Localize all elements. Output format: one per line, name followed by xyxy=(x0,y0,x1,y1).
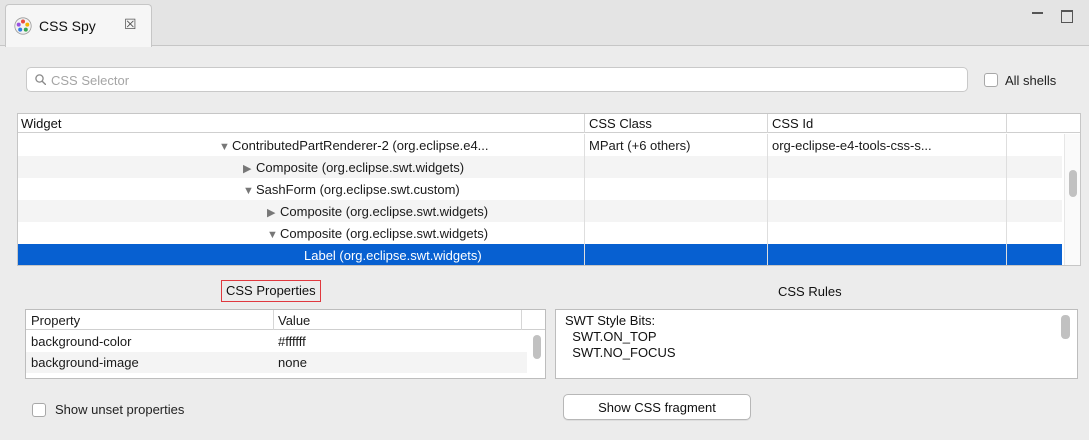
rules-scrollbar[interactable] xyxy=(1058,311,1074,377)
widget-tree-table[interactable]: Widget CSS Class CSS Id ▼ ContributedPart… xyxy=(17,113,1081,266)
css-rules-text: SWT Style Bits: SWT.ON_TOP SWT.NO_FOCUS xyxy=(565,313,676,360)
scrollbar-thumb[interactable] xyxy=(1061,315,1070,339)
column-gridline xyxy=(584,134,585,265)
close-icon[interactable]: ☒ xyxy=(124,15,137,33)
property-row[interactable]: background-image none xyxy=(26,352,527,373)
column-gridline xyxy=(767,134,768,265)
widget-name: SashForm (org.eclipse.swt.custom) xyxy=(256,182,460,197)
column-header-property[interactable]: Property xyxy=(31,313,80,328)
collapse-triangle-icon[interactable]: ▼ xyxy=(219,141,232,153)
widget-name: ContributedPartRenderer-2 (org.eclipse.e… xyxy=(232,138,489,153)
collapse-triangle-icon[interactable]: ▼ xyxy=(267,229,280,241)
css-rules-text-area[interactable]: SWT Style Bits: SWT.ON_TOP SWT.NO_FOCUS xyxy=(555,309,1078,379)
tree-row[interactable]: ▶ Composite (org.eclipse.swt.widgets) xyxy=(18,156,1062,178)
all-shells-checkbox[interactable] xyxy=(984,73,998,87)
widget-name: Composite (org.eclipse.swt.widgets) xyxy=(280,226,489,241)
search-box[interactable] xyxy=(26,67,968,92)
tab-title: CSS Spy xyxy=(39,18,96,34)
property-name: background-image xyxy=(31,355,139,370)
collapse-triangle-icon[interactable]: ▼ xyxy=(243,185,256,197)
column-header-css-id[interactable]: CSS Id xyxy=(772,116,813,131)
widget-name: Label (org.eclipse.swt.widgets) xyxy=(304,248,482,263)
minimize-icon[interactable] xyxy=(1031,8,1045,22)
property-value[interactable]: #ffffff xyxy=(278,334,306,349)
widget-name: Composite (org.eclipse.swt.widgets) xyxy=(256,160,465,175)
property-value[interactable]: none xyxy=(278,355,307,370)
property-name: background-color xyxy=(31,334,132,349)
view-tab-bar: CSS Spy ☒ xyxy=(0,0,1089,47)
css-class-cell: MPart (+6 others) xyxy=(589,138,691,153)
tree-row[interactable]: ▼ SashForm (org.eclipse.swt.custom) xyxy=(18,178,1062,200)
properties-header: Property Value xyxy=(26,310,545,330)
column-divider[interactable] xyxy=(273,310,274,330)
column-header-widget[interactable]: Widget xyxy=(21,116,61,131)
tree-row-selected[interactable]: Label (org.eclipse.swt.widgets) xyxy=(18,244,1062,265)
column-divider[interactable] xyxy=(1006,114,1007,133)
tree-row[interactable]: ▼ Composite (org.eclipse.swt.widgets) xyxy=(18,222,1062,244)
column-divider[interactable] xyxy=(767,114,768,133)
tree-row[interactable]: ▶ Composite (org.eclipse.swt.widgets) xyxy=(18,200,1062,222)
column-divider[interactable] xyxy=(521,310,522,330)
css-properties-label: CSS Properties xyxy=(221,280,321,302)
column-divider[interactable] xyxy=(584,114,585,133)
css-spy-panel: All shells Widget CSS Class CSS Id ▼Cont… xyxy=(0,47,1089,440)
all-shells-label: All shells xyxy=(1005,73,1057,88)
maximize-icon[interactable] xyxy=(1060,8,1074,23)
css-rules-label: CSS Rules xyxy=(778,284,842,299)
column-gridline xyxy=(1006,134,1007,265)
widget-name: Composite (org.eclipse.swt.widgets) xyxy=(280,204,489,219)
css-properties-table[interactable]: Property Value background-color #ffffff … xyxy=(25,309,546,379)
show-css-fragment-button[interactable]: Show CSS fragment xyxy=(563,394,751,420)
expand-triangle-icon[interactable]: ▶ xyxy=(267,206,280,219)
tab-css-spy[interactable]: CSS Spy ☒ xyxy=(5,4,152,47)
property-row[interactable]: background-color #ffffff xyxy=(26,331,527,352)
column-header-css-class[interactable]: CSS Class xyxy=(589,116,652,131)
search-icon xyxy=(35,74,46,85)
expand-triangle-icon[interactable]: ▶ xyxy=(243,162,256,175)
tree-row[interactable]: ▼ ContributedPartRenderer-2 (org.eclipse.… xyxy=(18,134,1062,156)
palette-icon xyxy=(14,17,32,35)
tree-header: Widget CSS Class CSS Id xyxy=(18,114,1080,133)
scrollbar-thumb[interactable] xyxy=(533,335,541,359)
css-selector-input[interactable] xyxy=(51,70,951,90)
tree-scrollbar[interactable] xyxy=(1064,134,1080,265)
show-unset-label: Show unset properties xyxy=(55,402,185,417)
scrollbar-thumb[interactable] xyxy=(1069,170,1077,197)
css-id-cell: org-eclipse-e4-tools-css-s... xyxy=(772,138,932,153)
properties-scrollbar[interactable] xyxy=(529,331,545,378)
column-header-value[interactable]: Value xyxy=(278,313,310,328)
show-unset-checkbox[interactable] xyxy=(32,403,46,417)
